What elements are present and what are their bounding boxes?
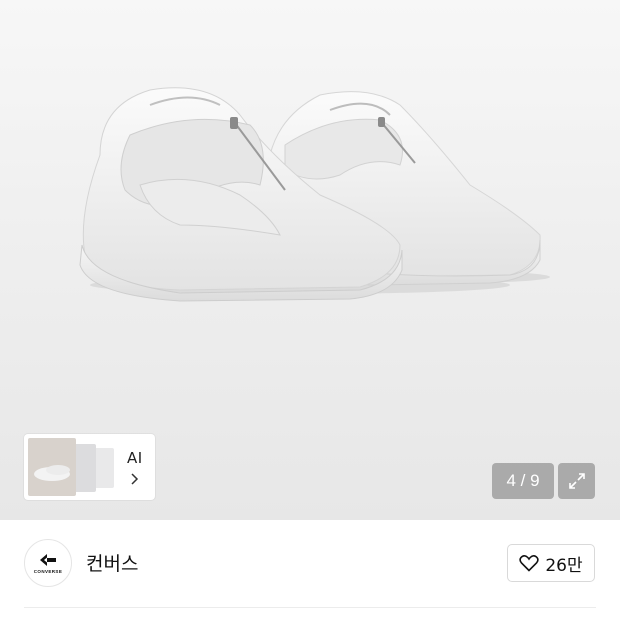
ai-thumbnail-card[interactable]: AI <box>24 434 155 500</box>
product-image-gallery[interactable]: AI 4 / 9 <box>0 0 620 520</box>
converse-logo-icon <box>40 553 56 566</box>
heart-icon <box>519 555 540 572</box>
expand-icon <box>568 473 585 489</box>
product-image <box>79 87 550 302</box>
brand-logo[interactable]: CONVERSE <box>24 539 72 587</box>
chevron-right-icon <box>131 473 139 485</box>
like-count: 26만 <box>545 555 583 576</box>
thumbnail-stack <box>28 438 118 496</box>
divider <box>24 607 596 608</box>
expand-button[interactable] <box>558 463 595 499</box>
brand-row: CONVERSE 컨버스 26만 <box>0 520 620 608</box>
ai-label: AI <box>127 449 143 467</box>
thumbnail-image <box>28 438 76 496</box>
image-counter: 4 / 9 <box>492 463 554 499</box>
like-button[interactable]: 26만 <box>507 544 595 582</box>
brand-logo-text: CONVERSE <box>33 568 63 574</box>
brand-name[interactable]: 컨버스 <box>86 549 138 576</box>
